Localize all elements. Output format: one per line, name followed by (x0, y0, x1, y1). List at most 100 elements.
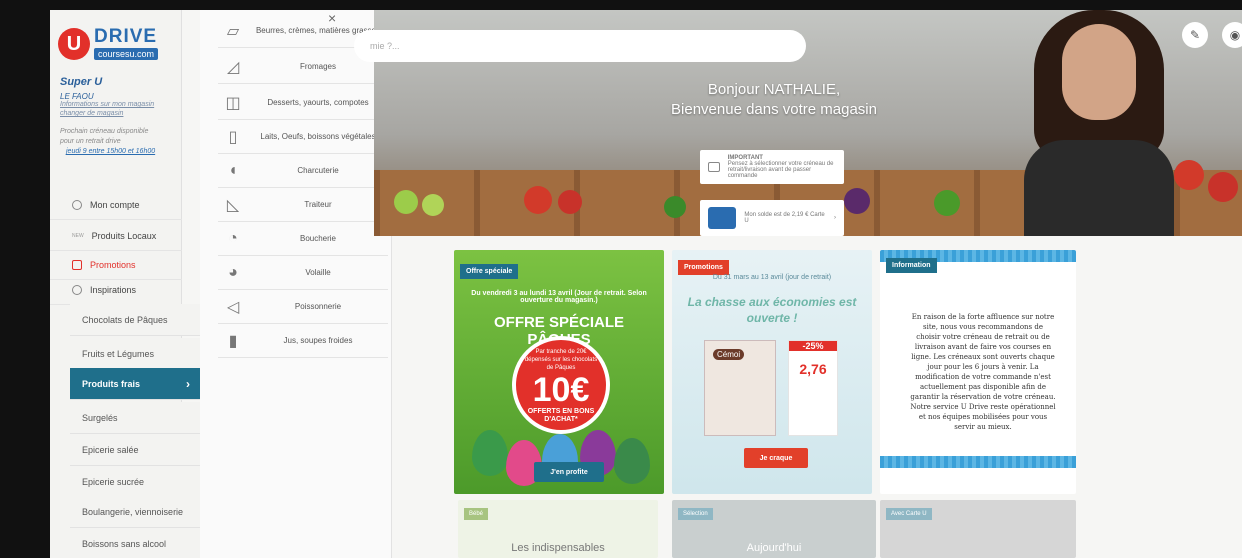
store-name: Super U (60, 76, 103, 88)
balance-text: Mon solde est de 2,19 € Carte U (744, 212, 825, 224)
category-epicerie-salee[interactable]: Epicerie salée (70, 434, 200, 466)
discount-badge: Par tranche de 20€ dépensés sur les choc… (512, 336, 610, 434)
subcategory-label: Boucherie (299, 234, 337, 243)
info-text: En raison de la forte affluence sur notr… (910, 313, 1056, 431)
promo-dates: Du 31 mars au 13 avril (jour de retrait) (712, 274, 832, 281)
category-epicerie-sucree[interactable]: Epicerie sucrée (70, 466, 200, 498)
pizza-icon: ◺ (226, 196, 240, 214)
menu-label: Inspirations (90, 284, 137, 295)
cheese-icon: ◿ (226, 58, 240, 76)
tile-tag: Avec Carte U (886, 508, 932, 520)
subcategory-boucherie[interactable]: ◔ Boucherie (218, 222, 388, 256)
pepper-image (664, 196, 686, 218)
tile-title: Les indispensables (511, 542, 605, 554)
ham-icon: ◖ (228, 161, 238, 179)
chevron-right-icon: › (834, 215, 836, 221)
apple-image (394, 190, 418, 214)
promotions-card[interactable]: Promotions Du 31 mars au 13 avril (jour … (672, 250, 872, 494)
carte-u-balance[interactable]: Mon solde est de 2,19 € Carte U › (700, 200, 844, 236)
promo-tag: Promotions (678, 260, 729, 275)
subcategory-laits[interactable]: ▯ Laits, Oeufs, boissons végétales (218, 120, 388, 154)
menu-label: Promotions (90, 259, 136, 270)
welcome-message: Bonjour NATHALIE, Bienvenue dans votre m… (624, 80, 924, 120)
tile-aujourdhui[interactable]: Sélection Aujourd'hui (672, 500, 876, 558)
greeting-line-2: Bienvenue dans votre magasin (671, 101, 877, 118)
store-info-link[interactable]: Informations sur mon magasin (60, 101, 154, 108)
menu-inspirations[interactable]: Inspirations (50, 275, 182, 305)
category-produits-frais[interactable]: Produits frais › (70, 368, 200, 400)
butter-icon: ▱ (226, 22, 240, 40)
category-label: Surgelés (82, 412, 118, 423)
chocolate-product-image: Cémoi (704, 340, 776, 436)
logo-site-text: coursesu.com (94, 48, 159, 60)
promo-price: 2,76 (799, 361, 827, 377)
logo-drive-text: DRIVE (94, 26, 158, 47)
tomato-image (1208, 172, 1238, 202)
slot-label: Prochain créneau disponible (60, 128, 149, 135)
category-label: Epicerie salée (82, 444, 139, 455)
u-drive-logo[interactable]: U DRIVE coursesu.com (58, 24, 162, 66)
list-icon[interactable]: ✎ (1182, 22, 1208, 48)
truck-icon (708, 162, 720, 172)
discount-percent: -25% (789, 341, 837, 351)
category-label: Boulangerie, viennoiserie (82, 506, 184, 517)
greeting-line-1: Bonjour NATHALIE, (707, 81, 841, 98)
tile-tag: Sélection (678, 508, 713, 520)
price-tag: -25% 2,76 (788, 340, 838, 436)
browser-screen: U DRIVE coursesu.com Super U LE FAOU Inf… (50, 10, 1242, 558)
subcategory-label: Volaille (305, 268, 331, 277)
subcategory-volaille[interactable]: ◕ Volaille (218, 256, 388, 290)
main-content: ✎ ◉ mie ?... Bonjour NATHALIE, Bienvenue… (354, 10, 1242, 558)
subcategory-label: Jus, soupes froides (283, 336, 353, 345)
yogurt-icon: ◫ (225, 94, 241, 112)
category-label: Chocolats de Pâques (82, 314, 168, 325)
tile-carte-u[interactable]: Avec Carte U (880, 500, 1076, 558)
offer-dates: Du vendredi 3 au lundi 13 avril (Jour de… (471, 290, 647, 304)
juice-icon: ▮ (228, 332, 238, 350)
category-boissons[interactable]: Boissons sans alcool (70, 528, 200, 558)
subcategory-label: Desserts, yaourts, compotes (267, 98, 369, 107)
subcategory-charcuterie[interactable]: ◖ Charcuterie (218, 154, 388, 188)
category-surgeles[interactable]: Surgelés (70, 402, 200, 434)
fish-icon: ◁ (226, 298, 240, 316)
subcategory-jus[interactable]: ▮ Jus, soupes froides (218, 324, 388, 358)
category-fruits-legumes[interactable]: Fruits et Légumes (70, 338, 200, 370)
tag-icon (72, 259, 82, 270)
cart-icon[interactable]: ◉ (1222, 22, 1242, 48)
subcategory-label: Poissonnerie (294, 302, 342, 311)
user-icon (72, 199, 82, 210)
category-chocolats-paques[interactable]: Chocolats de Pâques (70, 304, 200, 336)
meat-icon: ◔ (228, 229, 238, 247)
apple-image (422, 194, 444, 216)
change-store-link[interactable]: changer de magasin (60, 110, 123, 117)
tile-indispensables[interactable]: Bébé Les indispensables (458, 500, 658, 558)
pepper-image (934, 190, 960, 216)
subcategory-traiteur[interactable]: ◺ Traiteur (218, 188, 388, 222)
subcategory-label: Laits, Oeufs, boissons végétales (260, 132, 376, 141)
milk-icon: ▯ (228, 128, 238, 146)
important-notice[interactable]: IMPORTANT Pensez à sélectionner votre cr… (700, 150, 844, 184)
subcategory-desserts[interactable]: ◫ Desserts, yaourts, compotes (218, 86, 388, 120)
subcategory-panel: × ▱ Beurres, crèmes, matières grasses ◿ Fr… (200, 10, 392, 558)
chicken-icon: ◕ (228, 263, 238, 281)
loyalty-card-icon (708, 207, 737, 229)
offer-tag: Offre spéciale (460, 264, 519, 279)
subcategory-label: Fromages (299, 62, 336, 71)
tile-tag: Bébé (464, 508, 489, 520)
menu-produits-locaux[interactable]: NEW Produits Locaux (50, 221, 182, 251)
category-boulangerie[interactable]: Boulangerie, viennoiserie (70, 496, 200, 528)
search-input[interactable]: mie ?... (354, 30, 806, 62)
offer-card[interactable]: Offre spéciale Du vendredi 3 au lundi 13… (454, 250, 664, 494)
je-craque-button[interactable]: Je craque (744, 448, 808, 468)
subcategory-poissonnerie[interactable]: ◁ Poissonnerie (218, 290, 388, 324)
jen-profite-button[interactable]: J'en profite (534, 462, 604, 482)
information-card: Information En raison de la forte afflue… (880, 250, 1076, 494)
next-slot-link[interactable]: jeudi 9 entre 15h00 et 16h00 (66, 148, 155, 155)
slot-label-2: pour un retrait drive (60, 138, 121, 145)
menu-mon-compte[interactable]: Mon compte (50, 190, 182, 220)
badge-value: 10€ (532, 371, 590, 409)
notice-text: Pensez à sélectionner votre créneau de r… (727, 161, 834, 179)
category-label: Epicerie sucrée (82, 476, 145, 487)
category-label: Boissons sans alcool (82, 538, 167, 549)
menu-label: Produits Locaux (91, 230, 157, 241)
